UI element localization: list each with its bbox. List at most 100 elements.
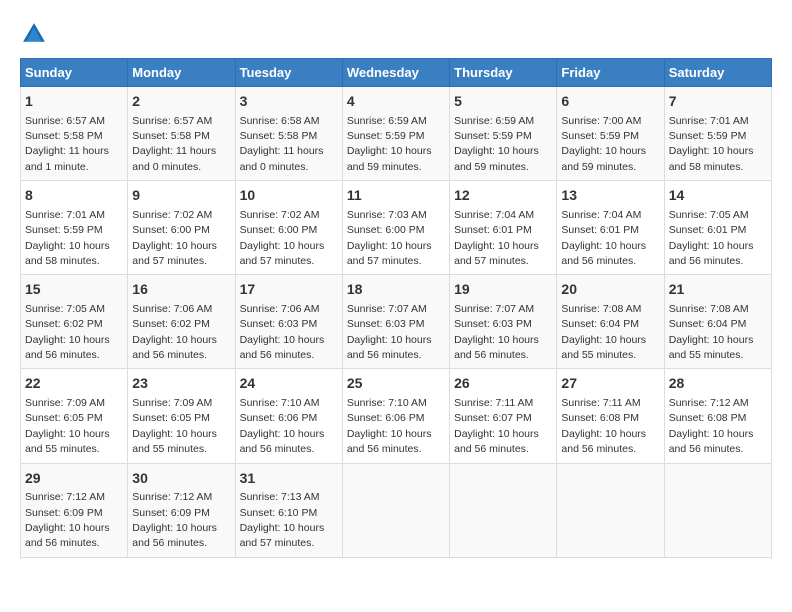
- logo: [20, 20, 52, 48]
- day-number: 22: [25, 374, 123, 394]
- calendar-cell: [664, 463, 771, 557]
- day-info: Sunrise: 7:00 AMSunset: 5:59 PMDaylight:…: [561, 115, 646, 173]
- day-header: Sunday: [21, 59, 128, 87]
- day-header: Thursday: [450, 59, 557, 87]
- day-number: 25: [347, 374, 445, 394]
- day-number: 5: [454, 92, 552, 112]
- calendar-cell: 27 Sunrise: 7:11 AMSunset: 6:08 PMDaylig…: [557, 369, 664, 463]
- day-info: Sunrise: 7:08 AMSunset: 6:04 PMDaylight:…: [561, 303, 646, 361]
- day-number: 26: [454, 374, 552, 394]
- day-number: 15: [25, 280, 123, 300]
- day-number: 11: [347, 186, 445, 206]
- calendar-cell: 3 Sunrise: 6:58 AMSunset: 5:58 PMDayligh…: [235, 87, 342, 181]
- calendar-cell: 5 Sunrise: 6:59 AMSunset: 5:59 PMDayligh…: [450, 87, 557, 181]
- day-number: 20: [561, 280, 659, 300]
- calendar-cell: 24 Sunrise: 7:10 AMSunset: 6:06 PMDaylig…: [235, 369, 342, 463]
- day-info: Sunrise: 7:09 AMSunset: 6:05 PMDaylight:…: [132, 397, 217, 455]
- calendar-cell: 10 Sunrise: 7:02 AMSunset: 6:00 PMDaylig…: [235, 181, 342, 275]
- calendar-cell: [450, 463, 557, 557]
- calendar-cell: 7 Sunrise: 7:01 AMSunset: 5:59 PMDayligh…: [664, 87, 771, 181]
- day-info: Sunrise: 7:01 AMSunset: 5:59 PMDaylight:…: [25, 209, 110, 267]
- calendar-cell: 6 Sunrise: 7:00 AMSunset: 5:59 PMDayligh…: [557, 87, 664, 181]
- calendar-cell: 28 Sunrise: 7:12 AMSunset: 6:08 PMDaylig…: [664, 369, 771, 463]
- day-info: Sunrise: 7:05 AMSunset: 6:02 PMDaylight:…: [25, 303, 110, 361]
- day-info: Sunrise: 7:08 AMSunset: 6:04 PMDaylight:…: [669, 303, 754, 361]
- day-number: 23: [132, 374, 230, 394]
- calendar-cell: 25 Sunrise: 7:10 AMSunset: 6:06 PMDaylig…: [342, 369, 449, 463]
- calendar-cell: 15 Sunrise: 7:05 AMSunset: 6:02 PMDaylig…: [21, 275, 128, 369]
- day-number: 9: [132, 186, 230, 206]
- logo-icon: [20, 20, 48, 48]
- day-number: 10: [240, 186, 338, 206]
- day-number: 17: [240, 280, 338, 300]
- day-info: Sunrise: 7:01 AMSunset: 5:59 PMDaylight:…: [669, 115, 754, 173]
- day-info: Sunrise: 7:10 AMSunset: 6:06 PMDaylight:…: [347, 397, 432, 455]
- day-number: 27: [561, 374, 659, 394]
- calendar-week-row: 15 Sunrise: 7:05 AMSunset: 6:02 PMDaylig…: [21, 275, 772, 369]
- day-info: Sunrise: 7:12 AMSunset: 6:09 PMDaylight:…: [25, 491, 110, 549]
- day-header: Saturday: [664, 59, 771, 87]
- day-number: 3: [240, 92, 338, 112]
- day-number: 16: [132, 280, 230, 300]
- day-info: Sunrise: 7:12 AMSunset: 6:09 PMDaylight:…: [132, 491, 217, 549]
- day-info: Sunrise: 6:58 AMSunset: 5:58 PMDaylight:…: [240, 115, 324, 173]
- calendar-cell: 8 Sunrise: 7:01 AMSunset: 5:59 PMDayligh…: [21, 181, 128, 275]
- day-info: Sunrise: 7:11 AMSunset: 6:08 PMDaylight:…: [561, 397, 646, 455]
- calendar-week-row: 8 Sunrise: 7:01 AMSunset: 5:59 PMDayligh…: [21, 181, 772, 275]
- day-info: Sunrise: 7:02 AMSunset: 6:00 PMDaylight:…: [132, 209, 217, 267]
- day-number: 18: [347, 280, 445, 300]
- day-info: Sunrise: 7:12 AMSunset: 6:08 PMDaylight:…: [669, 397, 754, 455]
- calendar-cell: 23 Sunrise: 7:09 AMSunset: 6:05 PMDaylig…: [128, 369, 235, 463]
- day-number: 1: [25, 92, 123, 112]
- calendar-cell: 18 Sunrise: 7:07 AMSunset: 6:03 PMDaylig…: [342, 275, 449, 369]
- day-info: Sunrise: 7:11 AMSunset: 6:07 PMDaylight:…: [454, 397, 539, 455]
- calendar-cell: 29 Sunrise: 7:12 AMSunset: 6:09 PMDaylig…: [21, 463, 128, 557]
- day-info: Sunrise: 7:10 AMSunset: 6:06 PMDaylight:…: [240, 397, 325, 455]
- day-number: 8: [25, 186, 123, 206]
- calendar-cell: 12 Sunrise: 7:04 AMSunset: 6:01 PMDaylig…: [450, 181, 557, 275]
- day-header: Tuesday: [235, 59, 342, 87]
- calendar-cell: 19 Sunrise: 7:07 AMSunset: 6:03 PMDaylig…: [450, 275, 557, 369]
- day-number: 4: [347, 92, 445, 112]
- day-info: Sunrise: 6:57 AMSunset: 5:58 PMDaylight:…: [25, 115, 109, 173]
- calendar-week-row: 22 Sunrise: 7:09 AMSunset: 6:05 PMDaylig…: [21, 369, 772, 463]
- day-number: 7: [669, 92, 767, 112]
- day-number: 14: [669, 186, 767, 206]
- day-number: 12: [454, 186, 552, 206]
- day-header: Monday: [128, 59, 235, 87]
- day-number: 6: [561, 92, 659, 112]
- day-number: 30: [132, 469, 230, 489]
- day-number: 2: [132, 92, 230, 112]
- calendar-cell: 13 Sunrise: 7:04 AMSunset: 6:01 PMDaylig…: [557, 181, 664, 275]
- calendar-cell: [342, 463, 449, 557]
- calendar-cell: 21 Sunrise: 7:08 AMSunset: 6:04 PMDaylig…: [664, 275, 771, 369]
- calendar-cell: 4 Sunrise: 6:59 AMSunset: 5:59 PMDayligh…: [342, 87, 449, 181]
- calendar-table: SundayMondayTuesdayWednesdayThursdayFrid…: [20, 58, 772, 558]
- day-header: Wednesday: [342, 59, 449, 87]
- calendar-cell: 30 Sunrise: 7:12 AMSunset: 6:09 PMDaylig…: [128, 463, 235, 557]
- calendar-week-row: 29 Sunrise: 7:12 AMSunset: 6:09 PMDaylig…: [21, 463, 772, 557]
- day-info: Sunrise: 6:59 AMSunset: 5:59 PMDaylight:…: [347, 115, 432, 173]
- calendar-cell: 20 Sunrise: 7:08 AMSunset: 6:04 PMDaylig…: [557, 275, 664, 369]
- day-number: 13: [561, 186, 659, 206]
- day-number: 31: [240, 469, 338, 489]
- header-row: SundayMondayTuesdayWednesdayThursdayFrid…: [21, 59, 772, 87]
- day-number: 19: [454, 280, 552, 300]
- day-info: Sunrise: 7:04 AMSunset: 6:01 PMDaylight:…: [454, 209, 539, 267]
- calendar-cell: 31 Sunrise: 7:13 AMSunset: 6:10 PMDaylig…: [235, 463, 342, 557]
- header: [20, 20, 772, 48]
- calendar-cell: 26 Sunrise: 7:11 AMSunset: 6:07 PMDaylig…: [450, 369, 557, 463]
- calendar-cell: 1 Sunrise: 6:57 AMSunset: 5:58 PMDayligh…: [21, 87, 128, 181]
- calendar-week-row: 1 Sunrise: 6:57 AMSunset: 5:58 PMDayligh…: [21, 87, 772, 181]
- day-number: 28: [669, 374, 767, 394]
- day-info: Sunrise: 7:02 AMSunset: 6:00 PMDaylight:…: [240, 209, 325, 267]
- day-info: Sunrise: 7:13 AMSunset: 6:10 PMDaylight:…: [240, 491, 325, 549]
- calendar-cell: 11 Sunrise: 7:03 AMSunset: 6:00 PMDaylig…: [342, 181, 449, 275]
- day-number: 29: [25, 469, 123, 489]
- day-info: Sunrise: 7:07 AMSunset: 6:03 PMDaylight:…: [347, 303, 432, 361]
- calendar-cell: 17 Sunrise: 7:06 AMSunset: 6:03 PMDaylig…: [235, 275, 342, 369]
- calendar-cell: 22 Sunrise: 7:09 AMSunset: 6:05 PMDaylig…: [21, 369, 128, 463]
- day-info: Sunrise: 6:57 AMSunset: 5:58 PMDaylight:…: [132, 115, 216, 173]
- day-number: 21: [669, 280, 767, 300]
- day-info: Sunrise: 6:59 AMSunset: 5:59 PMDaylight:…: [454, 115, 539, 173]
